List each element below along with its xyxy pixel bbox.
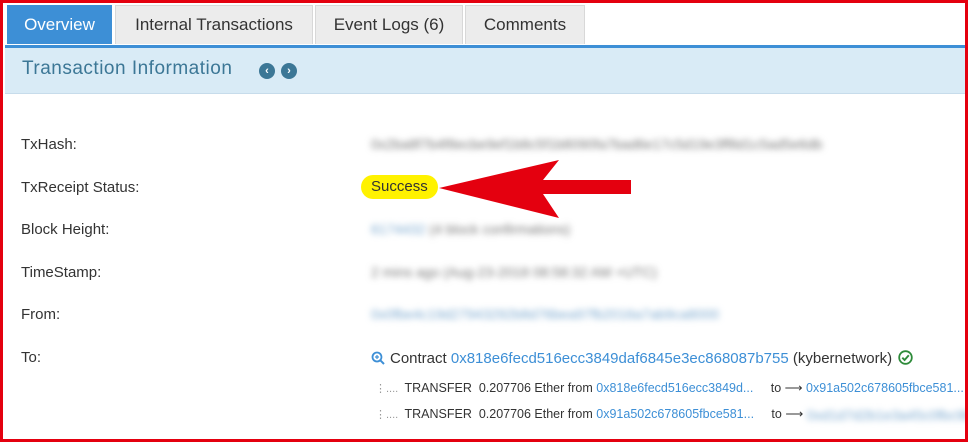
right-arrow-icon: ⟶ xyxy=(785,407,804,421)
status-badge: Success xyxy=(361,175,438,199)
section-title: Transaction Information xyxy=(22,58,233,79)
transfer-type: TRANSFER xyxy=(404,381,472,395)
transfer-to-link[interactable]: 0x91a502c678605fbce581... xyxy=(806,381,964,395)
section-header: Transaction Information ‹ › xyxy=(5,48,965,94)
transfer-to-label: to xyxy=(771,407,782,421)
from-value-redacted: 0x0fbe4c19d27943292b8d76bea97fb2016a7ab9… xyxy=(371,306,720,322)
annotation-arrow xyxy=(439,160,631,218)
transfer-row: ⋮.... TRANSFER 0.207706 Ether from 0x91a… xyxy=(375,406,965,423)
transfer-to-label: to xyxy=(770,381,782,395)
from-label: From: xyxy=(21,306,61,323)
timestamp-label: TimeStamp: xyxy=(21,264,102,281)
chevron-left-icon[interactable]: ‹ xyxy=(259,63,275,79)
tree-branch-icon: ⋮.... xyxy=(375,409,399,421)
transfer-type: TRANSFER xyxy=(404,407,472,421)
block-height-value-redacted: 6174432 (4 block confirmations) xyxy=(371,221,571,237)
tab-overview[interactable]: Overview xyxy=(7,5,112,44)
txhash-label: TxHash: xyxy=(21,136,77,153)
right-arrow-icon: ⟶ xyxy=(784,381,803,395)
tree-branch-icon: ⋮.... xyxy=(375,383,399,395)
tab-comments[interactable]: Comments xyxy=(465,5,585,44)
contract-line: Contract 0x818e6fecd516ecc3849daf6845e3e… xyxy=(371,350,913,367)
to-label: To: xyxy=(21,349,42,366)
transfer-from-link[interactable]: 0x91a502c678605fbce581... xyxy=(596,407,754,421)
contract-prefix: Contract xyxy=(390,350,447,367)
tab-bar: Overview Internal Transactions Event Log… xyxy=(5,5,965,48)
chevron-right-icon[interactable]: › xyxy=(281,63,297,79)
timestamp-value-redacted: 2 mins ago (Aug-23-2018 08:58:32 AM +UTC… xyxy=(371,264,657,280)
tab-event-logs[interactable]: Event Logs (6) xyxy=(315,5,463,44)
txhash-value-redacted: 0x2ba8f7b4f8ecbe9ef1b8c5f1b8090fa7bad6e1… xyxy=(371,136,823,152)
contract-name: (kybernetwork) xyxy=(792,350,893,367)
contract-address-link[interactable]: 0x818e6fecd516ecc3849daf6845e3ec868087b7… xyxy=(451,350,789,367)
verified-check-icon xyxy=(898,350,913,365)
screenshot-frame: Overview Internal Transactions Event Log… xyxy=(0,0,968,442)
transfer-from-link[interactable]: 0x818e6fecd516ecc3849d... xyxy=(596,381,753,395)
status-label: TxReceipt Status: xyxy=(21,179,140,196)
transfer-amount: 0.207706 Ether from xyxy=(478,381,593,395)
tab-internal-transactions[interactable]: Internal Transactions xyxy=(115,5,313,44)
zoom-icon[interactable] xyxy=(371,351,385,365)
transfer-to-link-redacted[interactable]: 0xd1d7d2b1e3a45c0fbc9b2e5 xyxy=(807,407,965,423)
transfer-amount: 0.207706 Ether from xyxy=(478,407,593,421)
block-height-label: Block Height: xyxy=(21,221,110,238)
transfer-row: ⋮.... TRANSFER 0.207706 Ether from 0x818… xyxy=(375,380,964,395)
